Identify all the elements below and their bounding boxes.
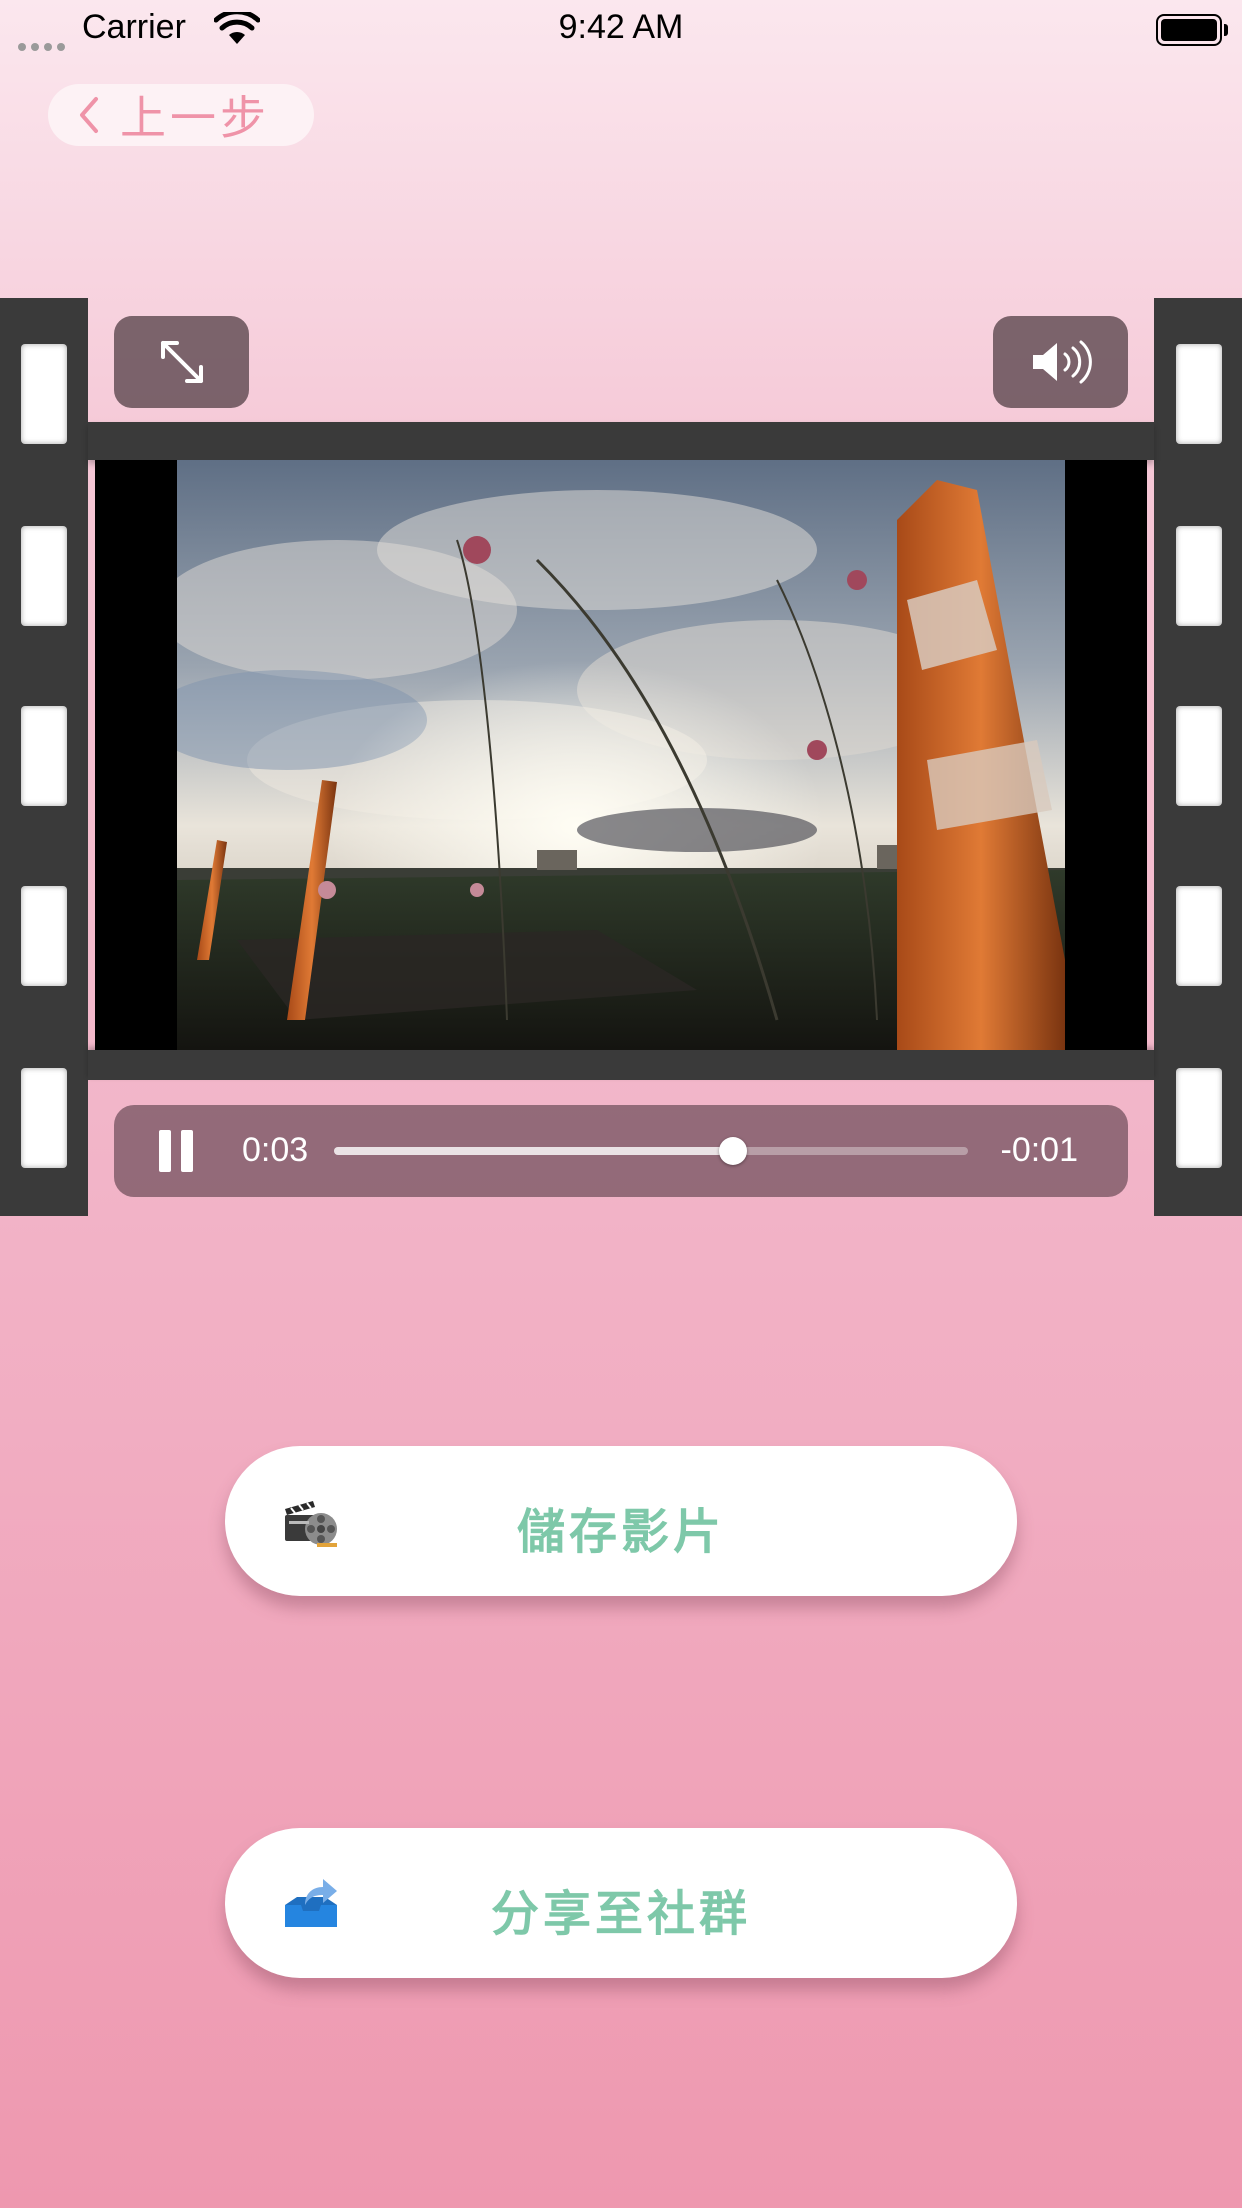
back-button[interactable]: 上一步 [48, 84, 314, 146]
pause-button[interactable] [159, 1130, 195, 1172]
fullscreen-button[interactable] [114, 316, 249, 408]
share-social-button[interactable]: 分享至社群 [225, 1828, 1017, 1978]
battery-icon [1156, 14, 1228, 46]
share-social-label: 分享至社群 [490, 1886, 751, 1942]
film-strip-left [0, 298, 88, 1216]
save-video-button[interactable]: 儲存影片 [225, 1446, 1017, 1596]
elapsed-time: 0:03 [242, 1131, 309, 1169]
film-strip-right [1154, 298, 1242, 1216]
speaker-volume-icon [1032, 340, 1092, 384]
progress-slider[interactable] [334, 1137, 968, 1165]
film-frame-top [88, 422, 1154, 460]
film-frame-bottom [88, 1050, 1154, 1080]
back-label: 上一步 [120, 91, 270, 145]
status-time: 9:42 AM [558, 8, 684, 46]
video-frame-image [177, 460, 1065, 1050]
remaining-time: -0:01 [1000, 1131, 1079, 1169]
status-bar: Carrier 9:42 AM [0, 0, 1242, 60]
save-video-label: 儲存影片 [516, 1504, 725, 1560]
chevron-left-icon [80, 97, 98, 133]
playback-controls: 0:03 -0:01 [114, 1105, 1128, 1197]
expand-arrows-icon [160, 341, 203, 383]
pause-icon [159, 1130, 171, 1172]
volume-button[interactable] [993, 316, 1128, 408]
progress-thumb[interactable] [719, 1137, 748, 1165]
video-player[interactable] [95, 460, 1147, 1050]
